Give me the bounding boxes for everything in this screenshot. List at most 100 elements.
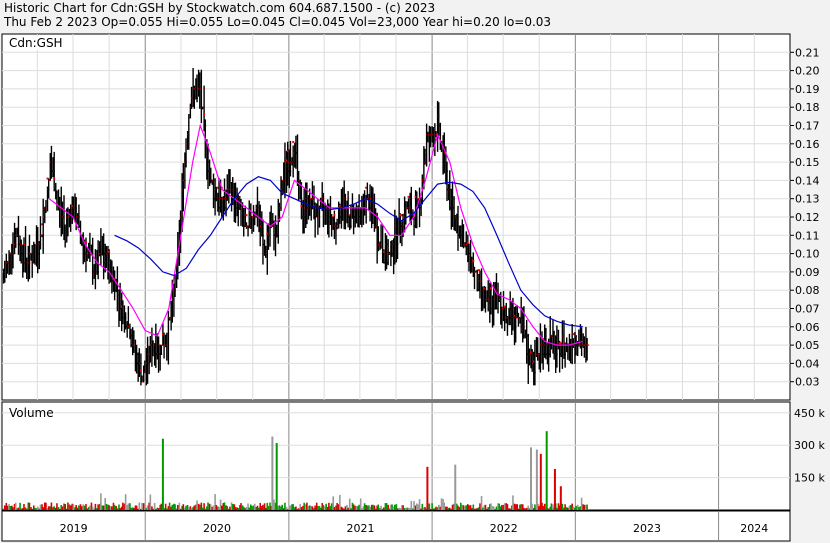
volume-bar [193, 505, 196, 510]
volume-bar [286, 508, 289, 510]
price-marker [466, 241, 469, 244]
price-marker [53, 177, 56, 180]
volume-bar [325, 503, 327, 510]
volume-panel-label: Volume [9, 406, 54, 420]
volume-bar [490, 503, 492, 510]
y-tick-label: 0.06 [795, 321, 820, 334]
volume-bar [341, 507, 344, 510]
volume-tick-label: 150 k [794, 472, 825, 485]
volume-bar [171, 504, 174, 510]
volume-bar [374, 508, 377, 510]
volume-bar [256, 505, 259, 510]
volume-bar [429, 508, 432, 510]
volume-bar [187, 507, 190, 510]
volume-bar [237, 508, 240, 510]
volume-bar [72, 504, 75, 510]
volume-bar [212, 505, 215, 510]
volume-bar [402, 505, 404, 510]
volume-bar [322, 505, 325, 510]
volume-bar [462, 505, 465, 510]
volume-bar [245, 507, 248, 510]
volume-bar [578, 507, 580, 510]
y-tick-label: 0.16 [795, 138, 820, 151]
volume-bar [278, 505, 281, 510]
volume-bar [242, 506, 245, 510]
volume-bar [300, 506, 303, 510]
volume-bar [523, 507, 525, 510]
volume-bar [446, 506, 448, 510]
volume-bar [567, 507, 569, 510]
volume-bar [476, 508, 479, 510]
volume-bar [127, 503, 130, 510]
volume-bar [152, 508, 154, 510]
volume-bar [262, 504, 264, 510]
volume-spike [529, 447, 532, 510]
volume-bar [336, 503, 338, 510]
volume-bar [155, 508, 157, 510]
volume-bar [122, 502, 124, 510]
y-tick-label: 0.21 [795, 46, 820, 59]
volume-bar [311, 506, 314, 510]
volume-bar [432, 508, 435, 510]
y-tick-label: 0.17 [795, 120, 820, 133]
volume-bar [6, 505, 9, 510]
volume-bar [124, 494, 127, 510]
volume-bar [330, 503, 333, 510]
volume-bar [23, 504, 25, 510]
volume-bar [385, 503, 388, 510]
volume-bar [388, 508, 391, 510]
volume-bar [495, 506, 498, 510]
volume-bar [561, 503, 564, 510]
volume-bar [339, 494, 341, 510]
volume-bar [267, 505, 270, 510]
volume-bar [113, 504, 116, 510]
y-tick-label: 0.14 [795, 174, 820, 187]
volume-bar [50, 502, 53, 510]
price-marker [286, 150, 289, 153]
price-marker [407, 195, 410, 198]
price-marker [203, 113, 206, 116]
volume-bar [470, 508, 473, 510]
volume-bar [421, 503, 424, 510]
volume-bar [435, 506, 437, 510]
volume-bar [314, 505, 316, 510]
volume-bar [465, 505, 468, 510]
volume-bar [83, 505, 86, 510]
volume-bar [218, 507, 220, 510]
volume-bar [572, 506, 575, 510]
x-tick-label: 2024 [740, 522, 768, 535]
volume-bar [53, 506, 55, 510]
volume-spike [161, 438, 164, 510]
time-axis-panel [1, 510, 791, 542]
price-marker [245, 214, 248, 217]
volume-bar [14, 502, 17, 510]
volume-bar [377, 504, 380, 510]
x-tick-label: 2020 [203, 522, 231, 535]
volume-bar [179, 508, 182, 510]
volume-bar [358, 504, 360, 510]
volume-bar [64, 503, 66, 510]
volume-bar [182, 504, 185, 510]
price-marker [300, 205, 303, 208]
volume-bar [443, 502, 446, 510]
volume-bar [479, 503, 481, 510]
volume-bar [138, 502, 141, 510]
volume-bar [9, 505, 12, 510]
volume-bar [468, 505, 470, 510]
volume-bar [424, 507, 426, 510]
price-marker [572, 333, 575, 336]
y-tick-label: 0.18 [795, 101, 820, 114]
volume-tick-label: 300 k [794, 439, 825, 452]
volume-bar [149, 494, 152, 510]
price-marker [503, 305, 506, 308]
volume-bar [97, 504, 99, 510]
volume-bar [556, 507, 558, 510]
volume-bar [231, 503, 234, 510]
volume-bar [168, 502, 171, 510]
volume-bar [190, 508, 193, 510]
price-marker [292, 140, 295, 143]
price-marker [382, 250, 385, 253]
volume-spike [275, 443, 278, 510]
volume-bar [251, 505, 253, 510]
volume-bar [28, 502, 31, 510]
